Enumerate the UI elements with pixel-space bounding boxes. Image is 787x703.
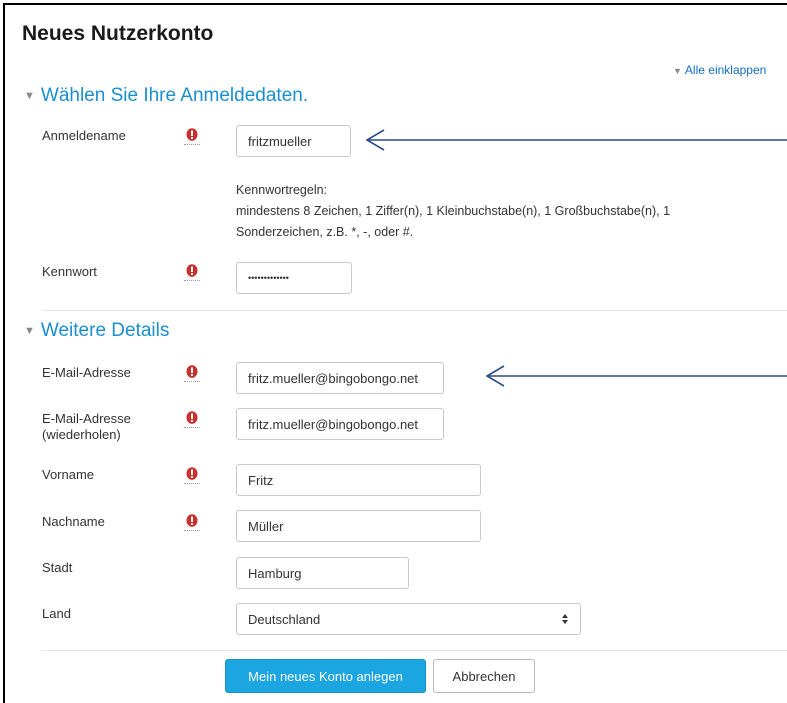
email-repeat-label: E-Mail-Adresse (wiederholen) xyxy=(42,411,131,443)
email-value: fritz.mueller@bingobongo.net xyxy=(248,370,419,386)
form-divider xyxy=(42,650,787,651)
lastname-label: Nachname xyxy=(42,514,105,529)
password-rules-line2: Sonderzeichen, z.B. *, -, oder #. xyxy=(236,225,414,239)
exclamation-circle-icon xyxy=(186,365,198,378)
email-repeat-label-line1: E-Mail-Adresse xyxy=(42,411,131,426)
email-label: E-Mail-Adresse xyxy=(42,365,131,380)
exclamation-circle-icon xyxy=(186,514,198,527)
email-input[interactable]: fritz.mueller@bingobongo.net xyxy=(236,362,444,394)
password-value: ••••••••••••• xyxy=(248,273,289,283)
cancel-button[interactable]: Abbrechen xyxy=(433,659,535,693)
section-login-title: Wählen Sie Ihre Anmeldedaten. xyxy=(40,85,309,106)
email-repeat-input[interactable]: fritz.mueller@bingobongo.net xyxy=(236,408,444,440)
password-rules-line1: mindestens 8 Zeichen, 1 Ziffer(n), 1 Kle… xyxy=(236,204,671,218)
required-indicator xyxy=(184,514,200,531)
section-divider xyxy=(42,310,787,311)
city-input[interactable]: Hamburg xyxy=(236,557,409,589)
lastname-value: Müller xyxy=(248,518,284,534)
annotation-arrow-icon xyxy=(365,129,787,151)
collapse-all-label: Alle einklappen xyxy=(684,63,767,77)
required-indicator xyxy=(184,411,200,428)
country-select[interactable]: Deutschland xyxy=(236,603,581,635)
firstname-input[interactable]: Fritz xyxy=(236,464,481,496)
country-value: Deutschland xyxy=(248,611,321,627)
username-input[interactable]: fritzmueller xyxy=(236,125,351,157)
required-indicator xyxy=(184,467,200,484)
collapse-all-link[interactable]: ▼ Alle einklappen xyxy=(673,63,766,77)
screenshot-frame xyxy=(3,3,787,703)
email-repeat-label-line2: (wiederholen) xyxy=(42,427,121,442)
city-label: Stadt xyxy=(42,560,73,575)
password-input[interactable]: ••••••••••••• xyxy=(236,262,352,294)
firstname-value: Fritz xyxy=(248,472,274,488)
exclamation-circle-icon xyxy=(186,467,198,480)
caret-down-icon: ▼ xyxy=(24,325,35,337)
email-repeat-value: fritz.mueller@bingobongo.net xyxy=(248,416,419,432)
exclamation-circle-icon xyxy=(186,264,198,277)
required-indicator xyxy=(184,365,200,382)
password-label: Kennwort xyxy=(42,264,97,279)
caret-down-icon: ▼ xyxy=(24,90,35,102)
exclamation-circle-icon xyxy=(186,411,198,424)
exclamation-circle-icon xyxy=(186,128,198,141)
caret-down-icon: ▼ xyxy=(673,66,682,76)
lastname-input[interactable]: Müller xyxy=(236,510,481,542)
country-label: Land xyxy=(42,606,71,621)
required-indicator xyxy=(184,264,200,281)
password-rules: Kennwortregeln: mindestens 8 Zeichen, 1 … xyxy=(236,180,776,243)
password-rules-heading: Kennwortregeln: xyxy=(236,183,328,197)
page-title: Neues Nutzerkonto xyxy=(22,22,214,45)
annotation-arrow-icon xyxy=(485,365,787,387)
city-value: Hamburg xyxy=(248,565,302,581)
username-value: fritzmueller xyxy=(248,133,312,149)
section-details-header[interactable]: ▼ Weitere Details xyxy=(24,320,169,342)
username-label: Anmeldename xyxy=(42,128,126,143)
firstname-label: Vorname xyxy=(42,467,95,482)
section-login-header[interactable]: ▼ Wählen Sie Ihre Anmeldedaten. xyxy=(24,85,308,107)
create-account-button[interactable]: Mein neues Konto anlegen xyxy=(225,659,426,693)
section-details-title: Weitere Details xyxy=(40,320,170,341)
up-down-arrows-icon xyxy=(562,614,568,624)
required-indicator xyxy=(184,128,200,145)
